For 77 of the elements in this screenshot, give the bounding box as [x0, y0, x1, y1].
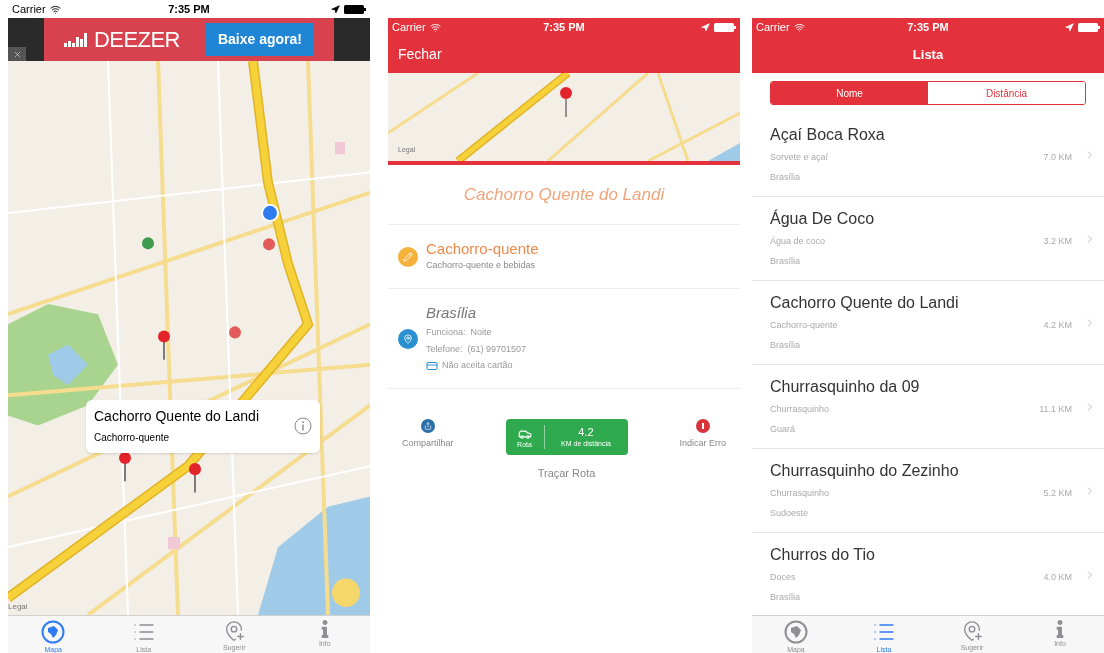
location-pin-icon	[398, 328, 418, 349]
location-arrow-icon	[1065, 22, 1074, 32]
alert-icon	[695, 419, 710, 433]
place-category: Cachorro-quente	[770, 319, 838, 332]
place-name: Cachorro Quente do Landi	[770, 293, 960, 313]
list-row[interactable]: Açaí Boca Roxa Sorvete e açaí 7.0 KM Brasília	[752, 113, 1104, 197]
list-row[interactable]: Churrasquinho do Zezinho Churrasquinho 5.2 KM Sudoeste	[752, 449, 1104, 533]
place-category: Churrasquinho	[770, 403, 830, 416]
place-title: Cachorro Quente do Landi	[388, 165, 740, 225]
map-circle-icon	[41, 620, 66, 644]
map-circle-icon	[784, 620, 808, 644]
list-row[interactable]: Churrasquinho da 09 Churrasquinho 11.1 KM Guará	[752, 365, 1104, 449]
time-label: 7:35 PM	[907, 19, 949, 35]
carrier-label: Carrier	[756, 19, 790, 35]
pin-plus-icon	[961, 620, 983, 642]
battery-icon	[1078, 22, 1100, 32]
place-distance: 4.2 KM	[1043, 319, 1072, 332]
report-error-button[interactable]: Indicar Erro	[679, 419, 726, 451]
pencil-icon	[398, 246, 418, 267]
info-circle-icon[interactable]	[294, 417, 312, 436]
download-button[interactable]: Baixe agora!	[205, 23, 314, 56]
location-arrow-icon	[331, 4, 340, 14]
place-city: Brasília	[770, 254, 801, 268]
carrier-label: Carrier	[12, 1, 46, 17]
place-category: Água de coco	[770, 235, 826, 248]
pin-plus-icon	[223, 620, 246, 642]
segment-tab[interactable]: Nome	[771, 82, 928, 104]
wifi-icon	[49, 3, 61, 15]
share-button[interactable]: Compartilhar	[402, 419, 454, 451]
place-category: Doces	[770, 571, 796, 584]
location-arrow-icon	[701, 22, 710, 32]
callout-title: Cachorro Quente do Landi	[94, 408, 259, 426]
place-distance: 11.1 KM	[1039, 403, 1072, 416]
close-icon	[12, 49, 22, 59]
place-distance: 5.2 KM	[1043, 487, 1072, 500]
map-callout[interactable]: Cachorro Quente do Landi Cachorro-quente	[86, 400, 320, 453]
legal-link[interactable]: Legal	[8, 601, 28, 613]
place-city: Brasília	[770, 338, 801, 352]
equalizer-bars-icon	[64, 32, 90, 47]
callout-subtitle: Cachorro-quente	[94, 430, 171, 445]
battery-icon	[714, 22, 736, 32]
ad-banner[interactable]: DEEZER Baixe agora!	[8, 18, 370, 61]
place-category: Sorvete e açaí	[770, 151, 829, 164]
time-label: 7:35 PM	[543, 19, 585, 35]
route-label: Traçar Rota	[537, 466, 596, 481]
place-distance: 3.2 KM	[1043, 235, 1072, 248]
battery-icon	[344, 4, 366, 14]
wifi-icon	[793, 21, 805, 33]
place-name: Açaí Boca Roxa	[770, 125, 886, 145]
place-name: Água De Coco	[770, 209, 876, 229]
time-label: 7:35 PM	[168, 1, 210, 17]
hours-label: Funciona: Noite	[426, 326, 493, 340]
list-row[interactable]: Cachorro Quente do Landi Cachorro-quente 4.2 KM Brasília	[752, 281, 1104, 365]
place-distance: 4.0 KM	[1043, 571, 1072, 584]
close-ad-button[interactable]	[8, 47, 26, 61]
place-name: Churrasquinho do Zezinho	[770, 461, 960, 481]
place-city: Guará	[770, 422, 796, 436]
place-city: Sudoeste	[770, 506, 810, 520]
place-name: Churros do Tio	[770, 545, 876, 565]
card-label: Não aceita cartão	[442, 359, 513, 373]
place-city: Brasília	[770, 590, 801, 604]
list-row[interactable]: Água De Coco Água de coco 3.2 KM Brasília	[752, 197, 1104, 281]
screen-title: Lista	[912, 45, 944, 64]
place-name: Churrasquinho da 09	[770, 377, 921, 397]
category-title: Cachorro-quente	[426, 240, 539, 260]
share-icon	[420, 419, 435, 433]
close-button[interactable]: Fechar	[398, 44, 442, 65]
city-label: Brasília	[426, 304, 478, 324]
place-distance: 7.0 KM	[1043, 151, 1072, 164]
card-icon	[426, 359, 438, 372]
category-subtitle: Cachorro-quente e bebidas	[426, 259, 537, 273]
place-city: Brasília	[770, 170, 801, 184]
phone-label: Telefone: (61) 99701507	[426, 342, 527, 356]
place-category: Churrasquinho	[770, 487, 830, 500]
carrier-label: Carrier	[392, 19, 426, 35]
ad-logo: DEEZER	[94, 28, 180, 51]
wifi-icon	[429, 21, 441, 33]
